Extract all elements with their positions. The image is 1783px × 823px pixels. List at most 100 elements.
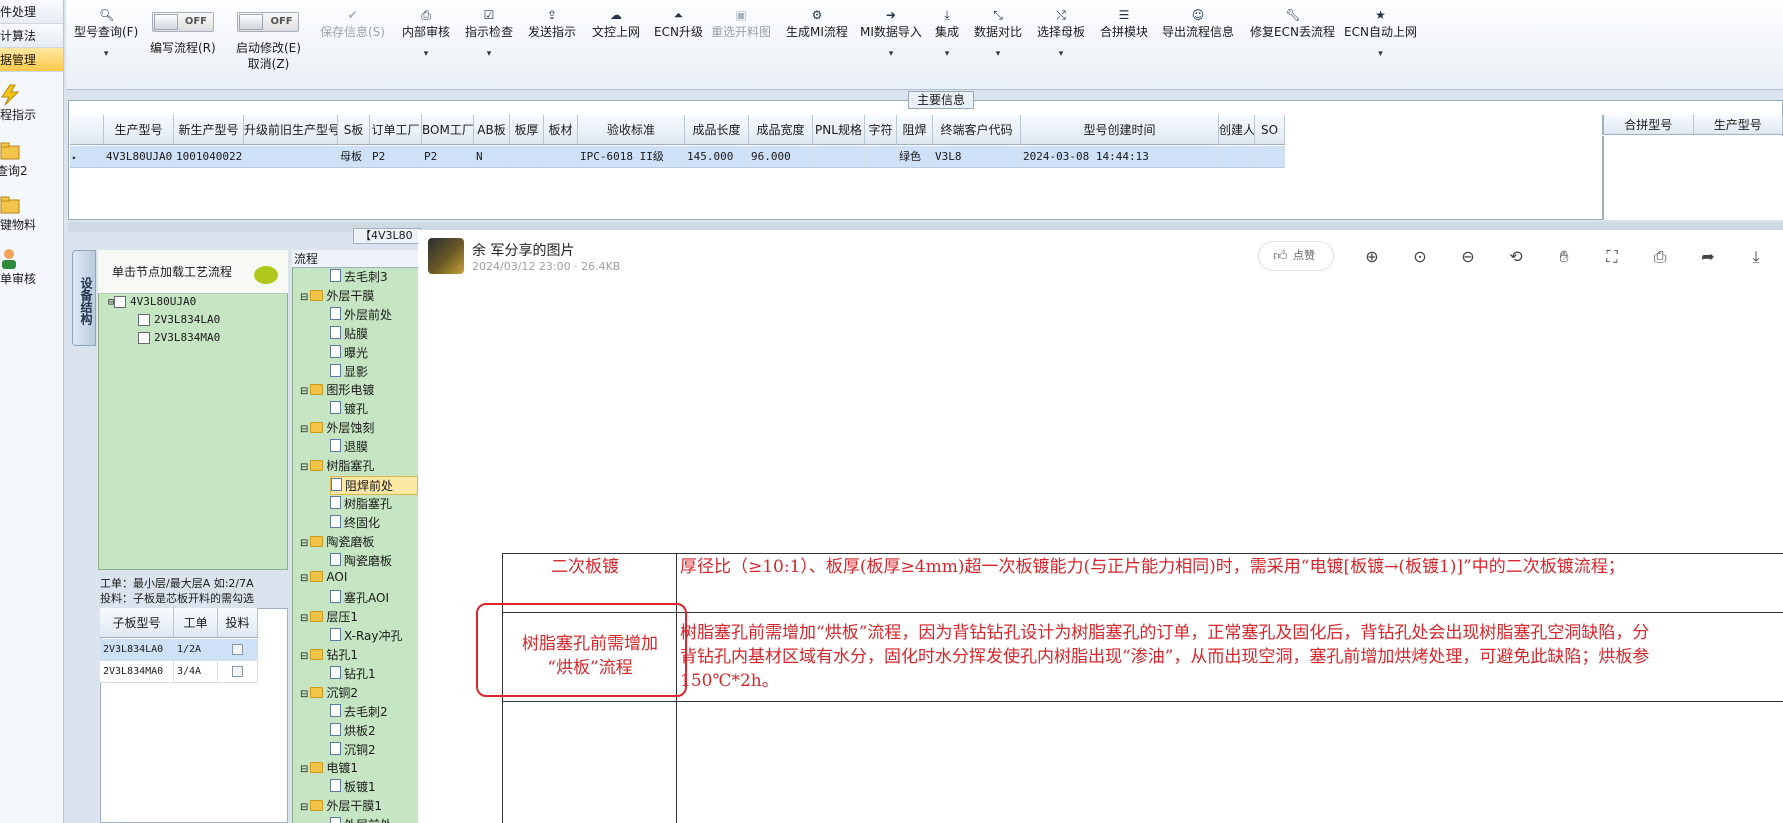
collapse-icon[interactable]: ⊟ [300,689,308,700]
table-row[interactable]: ▸4V3L80UJA010010400221805母板P2P2NIPC-6018… [70,146,1285,168]
flow-step-group[interactable]: ⊟ 电镀1 [300,759,418,776]
column-header[interactable]: 板厚 [510,115,544,144]
save-info-button[interactable]: ✔ 保存信息(S) [320,8,385,40]
column-header[interactable]: AB板 [474,115,510,144]
flow-step-group[interactable]: ⊟ AOI [300,570,418,584]
flow-step[interactable]: 镀孔 [330,400,418,417]
flow-step-group[interactable]: ⊟ 外层干膜1 [300,797,418,814]
feed-checkbox[interactable] [232,666,243,677]
flow-step[interactable]: 外层前处 [330,816,418,823]
flow-step-group[interactable]: ⊟ 沉铜2 [300,684,418,701]
flow-step[interactable]: 塞孔AOI [330,589,418,606]
tree-node-child[interactable]: 2V3L834MA0 [138,331,220,344]
flow-step[interactable]: 去毛刺2 [330,703,418,720]
zoom-in-icon[interactable]: ⊕ [1361,246,1383,268]
column-header[interactable]: 成品长度 [685,115,749,144]
flow-step[interactable]: 曝光 [330,344,418,361]
column-header[interactable]: 验收标准 [578,115,685,144]
chevron-down-icon[interactable]: ▾ [74,46,138,62]
start-modify-toggle[interactable]: OFF 启动修改(E) 取消(Z) [236,12,301,72]
nav-item-file[interactable]: 文件处理 [0,0,63,24]
collapse-icon[interactable]: ⊟ [300,386,308,397]
column-header[interactable]: 终端客户代码 [933,115,1021,144]
collapse-icon[interactable]: ⊟ [300,424,308,435]
column-header[interactable]: PNL规格 [813,115,865,144]
column-header[interactable]: 生产型号 [1694,115,1783,134]
column-header[interactable]: 升级前旧生产型号 [244,115,338,144]
flow-step-group[interactable]: ⊟ 图形电镀 [300,381,418,398]
integrate-button[interactable]: ⤓ 集成 ▾ [935,8,959,62]
flow-step-group[interactable]: ⊟ 树脂塞孔 [300,457,418,474]
flow-step[interactable]: X-Ray冲孔 [330,627,418,644]
column-header[interactable]: 板材 [544,115,578,144]
flow-step[interactable]: 显影 [330,363,418,380]
tree-node-child[interactable]: 2V3L834LA0 [138,313,220,326]
ecn-upgrade-button[interactable]: ⏶ ECN升级 [654,8,703,40]
write-flow-toggle[interactable]: OFF 编写流程(R) [150,12,216,56]
flow-step[interactable]: 去毛刺3 [330,268,418,285]
column-header[interactable]: 成品宽度 [749,115,813,144]
flow-step[interactable]: 钻孔1 [330,665,418,682]
nav-item-design[interactable]: 设计算法 [0,24,63,48]
rotate-icon[interactable]: ⟲ [1505,246,1527,268]
print-icon[interactable]: ⎙ [1649,246,1671,268]
column-header[interactable]: 创建人 [1219,115,1255,144]
chevron-down-icon[interactable]: ▾ [974,46,1022,62]
chevron-down-icon[interactable]: ▾ [1037,46,1085,62]
flow-step-group[interactable]: ⊟ 外层干膜 [300,287,418,304]
collapse-icon[interactable]: ⊟ [300,764,308,775]
instruction-check-button[interactable]: ☑ 指示检查 ▾ [465,8,513,62]
chevron-down-icon[interactable]: ▾ [935,46,959,62]
collapse-icon[interactable]: ⊟ [300,651,308,662]
nav-tool-flow-instruction[interactable]: 流程指示 [0,84,64,123]
flow-step[interactable]: 板镀1 [330,778,418,795]
collapse-icon[interactable]: ⊟ [300,292,308,303]
flow-step[interactable]: 外层前处 [330,306,418,323]
column-header[interactable]: SO [1255,115,1285,144]
nav-tool-order-review[interactable]: 单审核 [0,248,64,287]
share-icon[interactable]: ➦ [1697,246,1719,268]
flow-step[interactable]: 树脂塞孔 [330,495,418,512]
flow-step-group[interactable]: ⊟ 陶瓷磨板 [300,533,418,550]
collapse-icon[interactable]: ⊟ [300,613,308,624]
column-header[interactable]: 型号创建时间 [1021,115,1219,144]
column-header[interactable]: 阻焊 [897,115,933,144]
column-header[interactable]: 生产型号 [104,115,174,144]
flow-step[interactable]: 退膜 [330,438,418,455]
original-size-icon[interactable]: ⊙ [1409,246,1431,268]
like-button[interactable]: 👍︎ 点赞 [1258,241,1334,271]
column-header[interactable]: 新生产型号 [174,115,244,144]
column-header[interactable]: 字符 [865,115,897,144]
download-icon[interactable]: ⤓ [1745,246,1767,268]
doc-online-button[interactable]: ☁ 文控上网 [592,8,640,40]
avatar[interactable] [428,238,464,274]
row-selector-arrow-icon[interactable]: ▸ [70,146,104,167]
flow-step[interactable]: 烘板2 [330,722,418,739]
flow-step[interactable]: 贴膜 [330,325,418,342]
feed-checkbox[interactable] [232,644,243,655]
combine-module-button[interactable]: ☰ 合拼模块 [1100,8,1148,40]
data-compare-button[interactable]: ⤡ 数据对比 ▾ [974,8,1022,62]
internal-review-button[interactable]: ⎙ 内部审核 ▾ [402,8,450,62]
hand-icon[interactable]: ✋︎ [1553,246,1575,268]
send-instruction-button[interactable]: ⇪ 发送指示 [528,8,576,40]
zoom-out-icon[interactable]: ⊖ [1457,246,1479,268]
collapse-icon[interactable]: ⊟ [300,462,308,473]
flow-step-group[interactable]: ⊟ 钻孔1 [300,646,418,663]
flow-step[interactable]: 陶瓷磨板 [330,552,418,569]
collapse-icon[interactable]: ⊟ [300,538,308,549]
nav-tool-query2[interactable]: 查询2 [0,140,64,179]
column-header[interactable]: 合拼型号 [1604,115,1694,134]
tree-node-root[interactable]: ⊟ 4V3L80UJA0 [108,295,196,308]
fix-ecn-flow-button[interactable]: 🔧︎ 修复ECN丢流程 [1250,8,1335,40]
collapse-icon[interactable]: ⊟ [300,802,308,813]
reselect-panel-button[interactable]: ▣ 重选开料图 [711,8,771,40]
chevron-down-icon[interactable]: ▾ [465,46,513,62]
model-query-button[interactable]: 🔍︎ 型号查询(F) ▾ [74,8,138,62]
export-flow-info-button[interactable]: ☺ 导出流程信息 [1162,8,1234,40]
column-header[interactable]: 投料 [218,608,258,637]
flow-step-group[interactable]: ⊟ 层压1 [300,608,418,625]
select-mother-board-button[interactable]: ⤭ 选择母板 ▾ [1037,8,1085,62]
flow-step-group[interactable]: ⊟ 外层蚀刻 [300,419,418,436]
nav-item-data-manage[interactable]: 数据管理 [0,48,63,72]
